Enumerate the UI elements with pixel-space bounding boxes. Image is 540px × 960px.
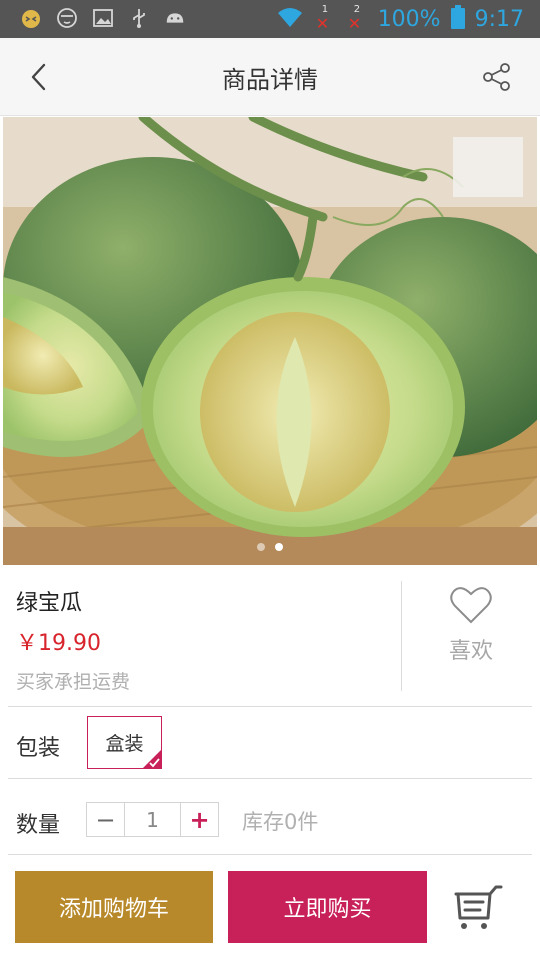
quantity-label: 数量 [16, 813, 61, 838]
share-button[interactable] [482, 62, 512, 92]
divider [8, 778, 532, 779]
carousel-dot-active[interactable] [275, 543, 283, 551]
packaging-option-box[interactable]: 盒装 [87, 716, 162, 769]
usb-icon [128, 7, 150, 29]
divider [8, 706, 532, 707]
system-indicators: 1 ✕ 2 ✕ 100% 9:17 [276, 4, 524, 33]
signal-sim2-icon: 2 ✕ [346, 4, 368, 33]
battery-percentage: 100% [377, 6, 441, 32]
shopping-cart-icon [454, 885, 503, 929]
add-to-cart-button[interactable]: 添加购物车 [15, 871, 213, 943]
increase-button[interactable]: + [180, 803, 218, 836]
like-label: 喜欢 [448, 639, 493, 664]
stock-count: 库存0件 [242, 810, 319, 834]
image-icon [92, 7, 114, 29]
cat-face-icon [20, 7, 42, 29]
green-melon-photo [3, 117, 537, 565]
signal-sim1-icon: 1 ✕ [314, 4, 336, 33]
battery-icon [450, 5, 465, 33]
divider [8, 854, 532, 855]
carousel-indicator [3, 543, 537, 551]
shipping-note: 买家承担运费 [16, 671, 131, 693]
android-icon [164, 7, 186, 29]
checkmark-icon [142, 749, 162, 769]
status-bar: 1 ✕ 2 ✕ 100% 9:17 [0, 0, 540, 38]
mask-face-icon [56, 7, 78, 29]
quantity-stepper: − 1 + [86, 802, 219, 837]
heart-outline-icon [450, 587, 492, 624]
no-signal-x-icon: ✕ [315, 14, 330, 33]
share-icon [483, 63, 510, 91]
wifi-icon [276, 5, 304, 33]
decrease-button[interactable]: − [87, 803, 125, 836]
page-title: 商品详情 [222, 66, 318, 94]
cart-button[interactable] [452, 884, 504, 932]
packaging-label: 包装 [16, 736, 61, 761]
buy-now-button[interactable]: 立即购买 [228, 871, 427, 943]
notification-icons [20, 7, 186, 29]
clock: 9:17 [474, 6, 524, 32]
product-image-carousel[interactable] [3, 117, 537, 565]
product-name: 绿宝瓜 [16, 591, 83, 616]
like-button[interactable]: 喜欢 [402, 585, 540, 695]
packaging-option-label: 盒装 [105, 733, 144, 755]
quantity-value[interactable]: 1 [125, 803, 180, 836]
no-signal-x-icon: ✕ [347, 14, 362, 33]
product-price: ￥19.90 [16, 631, 101, 656]
product-info: 绿宝瓜 ￥19.90 买家承担运费 喜欢 [0, 565, 540, 705]
carousel-dot[interactable] [257, 543, 265, 551]
app-header: 商品详情 [0, 38, 540, 116]
